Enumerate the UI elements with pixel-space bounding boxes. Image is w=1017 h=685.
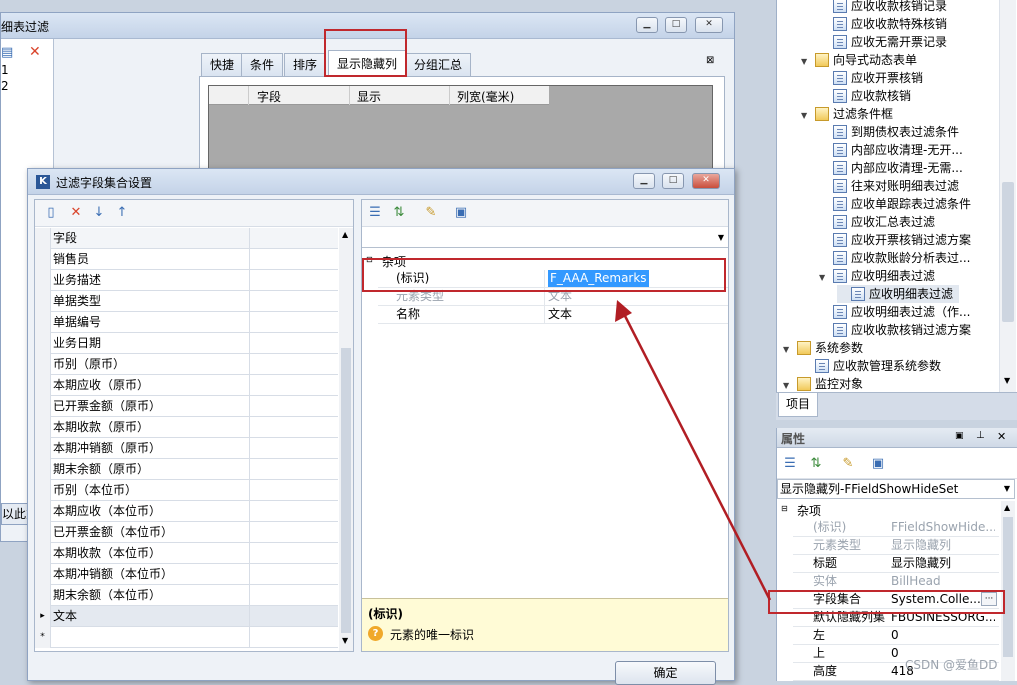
watermark: CSDN @爱鱼DD <box>905 658 998 672</box>
annotation-arrow <box>615 300 772 601</box>
